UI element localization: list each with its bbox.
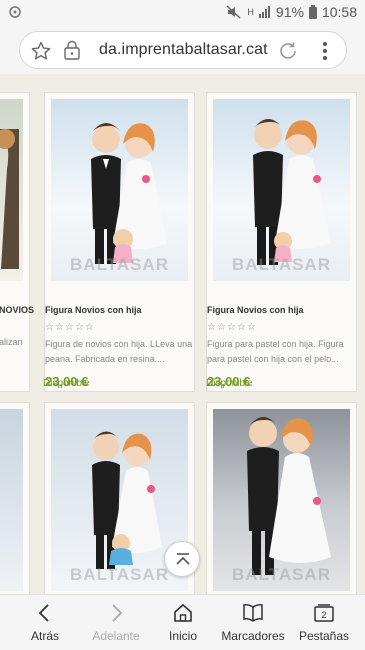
product-image[interactable]: BALTASAR: [213, 409, 350, 591]
tab-count: 2: [321, 610, 326, 620]
url-text[interactable]: da.imprentabaltasar.cat: [99, 41, 268, 59]
tabs-button[interactable]: 2 Pestañas: [295, 595, 353, 650]
browser-bottom-nav: Atrás Adelante Inicio Marcadores 2 Pesta…: [0, 594, 365, 650]
battery-icon: [308, 5, 317, 19]
reload-icon[interactable]: [277, 40, 299, 62]
home-icon: [174, 603, 192, 622]
product-card[interactable]: BALTASAR Figura Novios con hija ☆☆☆☆☆ Fi…: [44, 92, 195, 392]
availability-status: Disponible: [43, 378, 90, 389]
bookmarks-book-icon: [243, 604, 263, 622]
home-button[interactable]: Inicio: [160, 595, 206, 650]
product-card-partial[interactable]: [0, 402, 30, 594]
home-label: Inicio: [168, 629, 197, 643]
browser-toolbar: da.imprentabaltasar.cat: [0, 26, 365, 74]
figurine-illustration: [247, 417, 331, 575]
product-image[interactable]: [0, 409, 23, 591]
signal-icon: [258, 6, 270, 18]
product-card[interactable]: BALTASAR Figura Novios con hija ☆☆☆☆☆ Fi…: [206, 92, 357, 392]
product-description: Figura para pastel con hija. Figura: [207, 339, 344, 349]
product-description: alizan: [0, 337, 23, 347]
figurine-illustration: [0, 129, 19, 269]
tabs-icon: 2: [314, 604, 334, 622]
figurine-illustration: [253, 119, 331, 265]
product-title[interactable]: NOVIOS: [0, 305, 34, 315]
back-label: Atrás: [30, 629, 59, 643]
watermark: BALTASAR: [232, 255, 331, 274]
scroll-to-top-button[interactable]: [164, 541, 200, 577]
lock-icon[interactable]: [63, 40, 81, 60]
figurine-illustration: [91, 123, 167, 264]
address-bar[interactable]: da.imprentabaltasar.cat: [19, 31, 347, 69]
product-description-2: para pastel con hija con el pelo...: [207, 354, 339, 364]
rating-stars: ☆☆☆☆☆: [45, 322, 95, 333]
availability-status: Disponible: [206, 378, 253, 389]
scroll-up-icon: [176, 553, 190, 565]
back-button[interactable]: Atrás: [20, 595, 70, 650]
product-description: Figura de novios con hija. LLeva una: [45, 339, 193, 349]
forward-arrow-icon: [112, 604, 123, 622]
page-content: NOVIOS alizan BALTASAR Figura Novios con…: [0, 74, 365, 594]
status-bar: H 91% 10:58: [0, 0, 365, 26]
forward-label: Adelante: [92, 629, 140, 643]
clock: 10:58: [321, 4, 357, 20]
product-image[interactable]: BALTASAR: [51, 99, 188, 281]
rating-stars: ☆☆☆☆☆: [207, 322, 257, 333]
overflow-menu-icon[interactable]: [320, 40, 330, 62]
tabs-label: Pestañas: [298, 629, 350, 643]
product-image[interactable]: BALTASAR: [213, 99, 350, 281]
forward-button[interactable]: Adelante: [86, 595, 146, 650]
notification-icon: [9, 6, 21, 18]
watermark: BALTASAR: [70, 255, 169, 274]
bookmark-star-icon[interactable]: [31, 41, 51, 61]
watermark: BALTASAR: [232, 565, 331, 584]
product-title[interactable]: Figura Novios con hija: [207, 305, 304, 315]
mute-icon: [226, 5, 241, 19]
battery-percent: 91%: [275, 4, 304, 20]
bookmarks-button[interactable]: Marcadores: [218, 595, 288, 650]
network-type: H: [247, 7, 254, 17]
bookmarks-label: Marcadores: [221, 629, 285, 643]
back-arrow-icon: [38, 604, 49, 622]
product-description-2: peana. Fabricada en resina....: [45, 354, 165, 364]
product-card[interactable]: BALTASAR: [206, 402, 357, 594]
product-title[interactable]: Figura Novios con hija: [45, 305, 142, 315]
product-card-partial[interactable]: NOVIOS alizan: [0, 92, 34, 392]
product-image[interactable]: [0, 99, 23, 281]
